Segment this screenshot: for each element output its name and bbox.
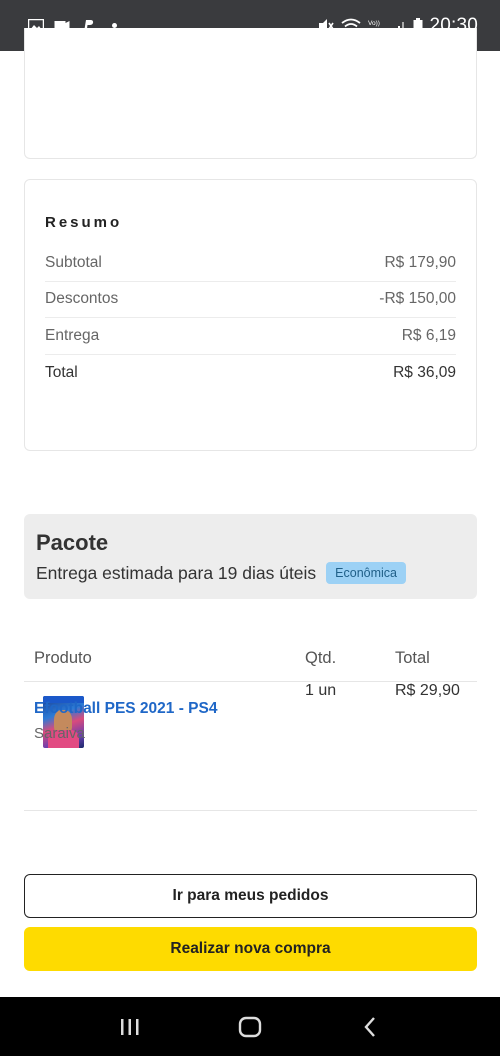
resumo-row-descontos: Descontos -R$ 150,00 xyxy=(45,282,456,318)
pacote-title: Pacote xyxy=(36,530,109,555)
header-total: Total xyxy=(395,649,430,667)
table-row: Efootball PES 2021 - PS4 Saraiva 1 un R$… xyxy=(24,682,477,811)
go-to-orders-button[interactable]: Ir para meus pedidos xyxy=(24,874,477,918)
table-header: Produto Qtd. Total xyxy=(24,636,477,682)
new-purchase-button[interactable]: Realizar nova compra xyxy=(24,927,477,971)
resumo-title: Resumo xyxy=(45,214,123,231)
resumo-card: Resumo Subtotal R$ 179,90 Descontos -R$ … xyxy=(24,179,477,451)
home-icon[interactable] xyxy=(230,1007,270,1047)
resumo-row-subtotal: Subtotal R$ 179,90 xyxy=(45,245,456,282)
resumo-value: R$ 179,90 xyxy=(384,253,456,271)
top-card xyxy=(24,28,477,159)
delivery-estimate: Entrega estimada para 19 dias úteis xyxy=(36,562,317,583)
product-qty: 1 un xyxy=(305,682,337,699)
resumo-value: R$ 6,19 xyxy=(401,326,456,344)
header-qtd: Qtd. xyxy=(305,649,337,667)
recent-apps-icon[interactable] xyxy=(110,1007,150,1047)
resumo-value: -R$ 150,00 xyxy=(379,290,456,308)
resumo-label: Descontos xyxy=(45,290,119,308)
resumo-label: Total xyxy=(45,363,78,381)
product-name-link[interactable]: Efootball PES 2021 - PS4 xyxy=(34,700,217,718)
android-nav-bar xyxy=(0,997,500,1056)
resumo-value: R$ 36,09 xyxy=(393,363,456,381)
pacote-delivery-row: Entrega estimada para 19 dias úteis Econ… xyxy=(36,562,465,584)
header-produto: Produto xyxy=(34,649,92,667)
resumo-row-total: Total R$ 36,09 xyxy=(45,355,456,392)
resumo-label: Subtotal xyxy=(45,253,102,271)
product-seller: Saraiva xyxy=(34,725,85,742)
back-icon[interactable] xyxy=(350,1007,390,1047)
product-table: Produto Qtd. Total Efootball PES 2021 - … xyxy=(24,636,477,811)
resumo-label: Entrega xyxy=(45,326,100,344)
shipping-badge: Econômica xyxy=(326,562,407,584)
product-total: R$ 29,90 xyxy=(395,682,460,699)
pacote-section: Pacote Entrega estimada para 19 dias úte… xyxy=(24,514,477,599)
resumo-row-entrega: Entrega R$ 6,19 xyxy=(45,318,456,355)
svg-text:Vo)): Vo)) xyxy=(368,20,380,27)
